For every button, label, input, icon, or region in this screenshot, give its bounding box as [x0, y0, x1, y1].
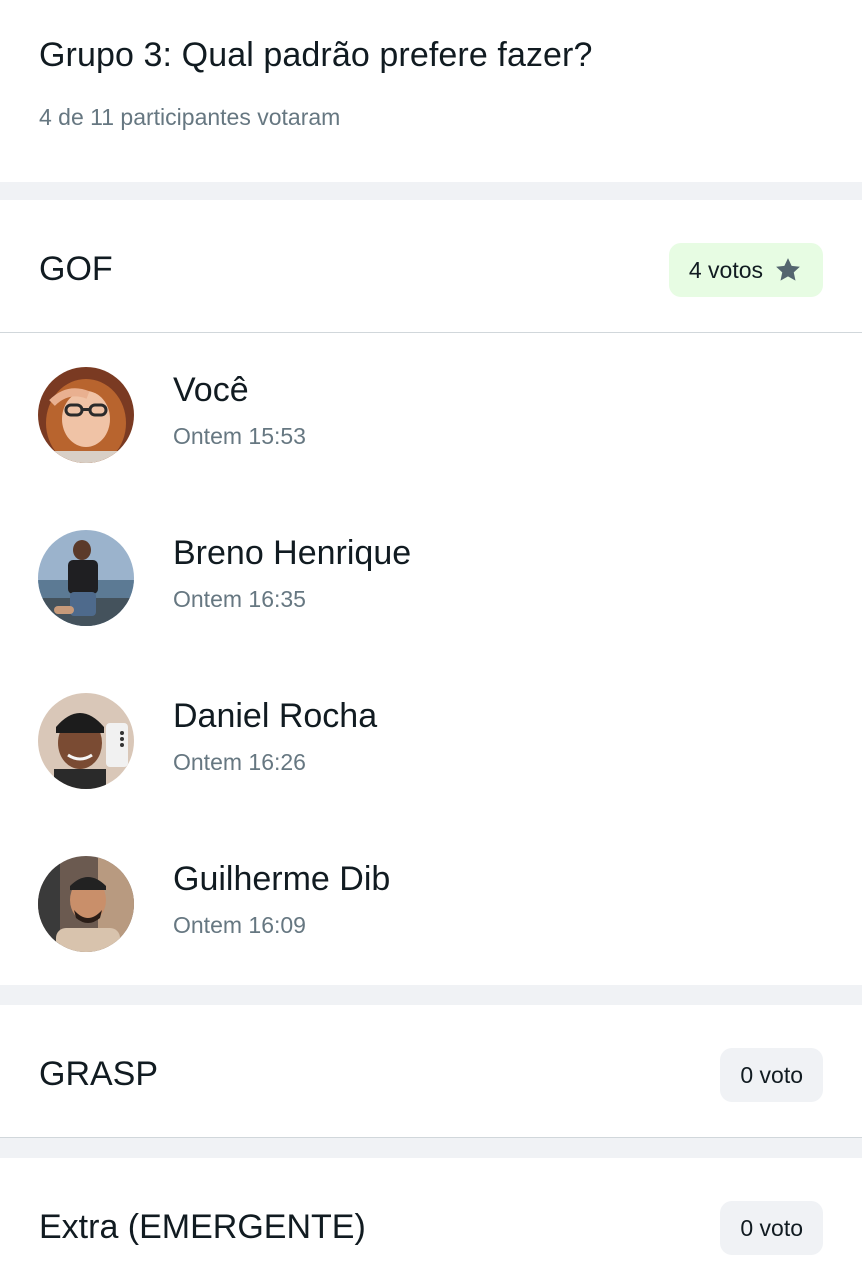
avatar — [38, 856, 134, 952]
section-gap — [0, 182, 862, 200]
section-gap — [0, 985, 862, 1005]
vote-count: 4 votos — [688, 256, 763, 283]
voter-list: Você Ontem 15:53 Breno Henrique Ontem 16… — [0, 333, 862, 985]
voter-row[interactable]: Você Ontem 15:53 — [0, 333, 862, 496]
star-icon — [773, 255, 803, 285]
avatar — [38, 693, 134, 789]
voter-name: Você — [173, 371, 249, 409]
option-label: Extra (EMERGENTE) — [39, 1208, 366, 1246]
vote-time: Ontem 16:35 — [173, 586, 306, 612]
vote-count-badge: 0 voto — [720, 1048, 823, 1102]
poll-header: Grupo 3: Qual padrão prefere fazer? 4 de… — [0, 0, 862, 182]
vote-time: Ontem 16:09 — [173, 912, 306, 938]
poll-option-extra: Extra (EMERGENTE) 0 voto — [0, 1158, 862, 1278]
voter-name: Daniel Rocha — [173, 697, 378, 735]
vote-count-badge: 4 votos — [668, 243, 823, 297]
voter-row[interactable]: Guilherme Dib Ontem 16:09 — [0, 822, 862, 985]
avatar — [38, 530, 134, 626]
vote-count: 0 voto — [740, 1061, 803, 1088]
poll-option-grasp: GRASP 0 voto — [0, 1005, 862, 1137]
voter-row[interactable]: Daniel Rocha Ontem 16:26 — [0, 659, 862, 822]
vote-count: 0 voto — [740, 1214, 803, 1241]
vote-time: Ontem 16:26 — [173, 749, 306, 775]
avatar — [38, 367, 134, 463]
vote-count-badge: 0 voto — [720, 1201, 823, 1255]
poll-question: Grupo 3: Qual padrão prefere fazer? — [39, 36, 593, 74]
voter-row[interactable]: Breno Henrique Ontem 16:35 — [0, 496, 862, 659]
option-label: GOF — [39, 250, 113, 288]
voter-name: Breno Henrique — [173, 534, 412, 572]
vote-time: Ontem 15:53 — [173, 423, 306, 449]
section-gap — [0, 1138, 862, 1158]
voter-name: Guilherme Dib — [173, 860, 391, 898]
option-label: GRASP — [39, 1055, 159, 1093]
poll-participation: 4 de 11 participantes votaram — [39, 104, 341, 130]
